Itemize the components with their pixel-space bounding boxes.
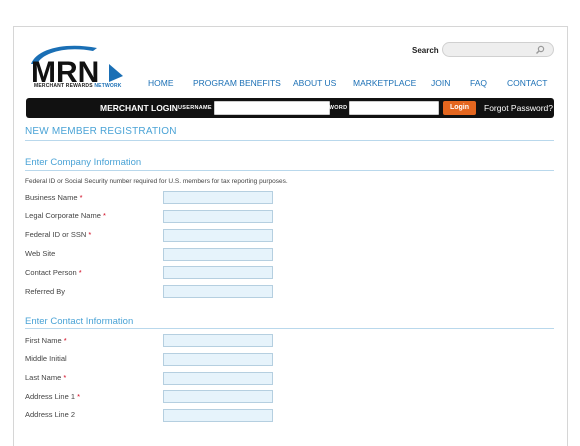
legal-corporate-name-input[interactable]	[163, 210, 273, 223]
required-marker: *	[63, 336, 67, 345]
address-line-2-input[interactable]	[163, 409, 273, 422]
contact-person-label: Contact Person *	[25, 268, 82, 277]
required-marker: *	[79, 193, 83, 202]
address-line-2-label: Address Line 2	[25, 410, 76, 419]
required-marker: *	[77, 392, 81, 401]
required-marker: *	[78, 268, 82, 277]
middle-initial-input[interactable]	[163, 353, 273, 366]
referred-by-label: Referred By	[25, 287, 66, 296]
required-marker: *	[63, 373, 67, 382]
contact-person-input[interactable]	[163, 266, 273, 279]
company-section-title: Enter Company Information	[25, 157, 142, 168]
business-name-label: Business Name *	[25, 193, 83, 202]
federal-id-label: Federal ID or SSN *	[25, 230, 92, 239]
forgot-password-link[interactable]: Forgot Password?	[484, 103, 553, 113]
merchant-login-title: MERCHANT LOGIN	[100, 103, 178, 113]
search-icon[interactable]	[535, 45, 545, 55]
password-input[interactable]	[349, 101, 439, 115]
merchant-login-bar: MERCHANT LOGIN USERNAME PASSWORD Login F…	[26, 98, 554, 118]
address-line-1-input[interactable]	[163, 390, 273, 403]
contact-section-title: Enter Contact Information	[25, 316, 134, 327]
last-name-label: Last Name *	[25, 373, 67, 382]
web-site-label: Web Site	[25, 249, 56, 258]
username-label: USERNAME	[178, 105, 212, 111]
nav-faq[interactable]: FAQ	[470, 78, 487, 88]
nav-home[interactable]: HOME	[148, 78, 174, 88]
legal-corporate-name-label: Legal Corporate Name *	[25, 211, 106, 220]
required-marker: *	[102, 211, 106, 220]
first-name-label: First Name *	[25, 336, 67, 345]
divider	[25, 328, 554, 329]
page-title: NEW MEMBER REGISTRATION	[25, 126, 177, 137]
first-name-input[interactable]	[163, 334, 273, 347]
divider	[25, 170, 554, 171]
required-marker: *	[88, 230, 92, 239]
nav-join[interactable]: JOIN	[431, 78, 450, 88]
last-name-input[interactable]	[163, 372, 273, 385]
middle-initial-label: Middle Initial	[25, 354, 67, 363]
password-label: PASSWORD	[313, 105, 348, 111]
referred-by-input[interactable]	[163, 285, 273, 298]
main-nav: HOME PROGRAM BENEFITS ABOUT US MARKETPLA…	[0, 78, 580, 90]
login-button[interactable]: Login	[443, 101, 476, 115]
nav-contact[interactable]: CONTACT	[507, 78, 547, 88]
federal-id-input[interactable]	[163, 229, 273, 242]
search-label: Search	[412, 46, 439, 55]
business-name-input[interactable]	[163, 191, 273, 204]
search-input[interactable]	[442, 42, 554, 57]
nav-program-benefits[interactable]: PROGRAM BENEFITS	[193, 78, 281, 88]
nav-about-us[interactable]: ABOUT US	[293, 78, 336, 88]
web-site-input[interactable]	[163, 248, 273, 261]
nav-marketplace[interactable]: MARKETPLACE	[353, 78, 416, 88]
divider	[25, 140, 554, 141]
tax-note: Federal ID or Social Security number req…	[25, 178, 288, 185]
address-line-1-label: Address Line 1 *	[25, 392, 81, 401]
